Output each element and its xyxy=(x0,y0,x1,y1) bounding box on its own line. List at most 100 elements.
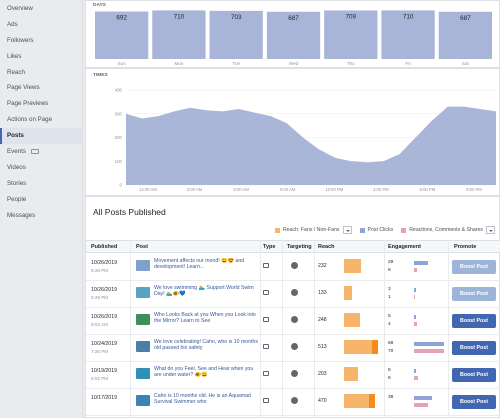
globe-icon xyxy=(291,370,298,377)
engagement-reactions-value: 6 xyxy=(388,376,391,381)
engagement-clicks-bar xyxy=(414,342,444,346)
column-header-post[interactable]: Post xyxy=(136,244,148,250)
times-y-tick: 100 xyxy=(115,159,123,164)
reach-bar xyxy=(344,367,358,381)
sidebar-item-reach[interactable]: Reach xyxy=(0,65,82,81)
column-header-targeting[interactable]: Targeting xyxy=(287,244,312,250)
post-time: 6:02 PM xyxy=(91,376,109,381)
reach-value: 232 xyxy=(318,263,327,269)
boost-post-button[interactable]: Boost Post xyxy=(452,341,496,355)
engagement-reactions-bar xyxy=(414,349,444,353)
post-thumbnail[interactable] xyxy=(136,314,150,325)
column-header-type[interactable]: Type xyxy=(263,244,275,250)
sidebar-item-people[interactable]: People xyxy=(0,192,82,208)
day-tick-label: Fri xyxy=(405,61,410,66)
sidebar-item-videos[interactable]: Videos xyxy=(0,160,82,176)
times-x-tick: 9:00 AM xyxy=(280,187,296,192)
legend-swatch xyxy=(359,227,365,233)
dropdown-chevron-icon[interactable] xyxy=(486,226,495,234)
times-y-tick: 300 xyxy=(115,111,123,116)
engagement-reactions-value: 8 xyxy=(388,268,391,273)
reach-value: 248 xyxy=(318,317,327,323)
boost-post-button[interactable]: Boost Post xyxy=(452,287,496,301)
sidebar-item-actions-on-page[interactable]: Actions on Page xyxy=(0,112,82,128)
times-x-tick: 12:00 AM xyxy=(139,187,157,192)
globe-icon xyxy=(291,343,298,350)
post-thumbnail[interactable] xyxy=(136,395,150,406)
days-chart-card: DAYS 692 Sun 710 Mon 703 Tue 687 Wed 709 Thu 710 Fr… xyxy=(85,0,500,68)
reach-value: 133 xyxy=(318,290,327,296)
boost-post-button[interactable]: Boost Post xyxy=(452,368,496,382)
legend-swatch xyxy=(275,227,281,233)
sidebar-item-ads[interactable]: Ads xyxy=(0,17,82,33)
legend-item: Post Clicks xyxy=(359,227,394,233)
sidebar-item-overview[interactable]: Overview xyxy=(0,1,82,17)
boost-post-button[interactable]: Boost Post xyxy=(452,260,496,274)
reach-fans-bar xyxy=(344,340,372,354)
boost-post-button[interactable]: Boost Post xyxy=(452,314,496,328)
reach-nonfans-bar xyxy=(369,394,375,408)
times-x-tick: 12:00 PM xyxy=(325,187,343,192)
post-thumbnail[interactable] xyxy=(136,341,150,352)
sidebar-item-messages[interactable]: Messages xyxy=(0,208,82,224)
day-tick-label: Thu xyxy=(347,61,355,66)
times-area-series[interactable] xyxy=(126,106,496,185)
engagement-clicks-value: 5 xyxy=(388,368,391,373)
post-date: 10/17/2019 xyxy=(91,395,117,401)
sidebar-item-followers[interactable]: Followers xyxy=(0,33,82,49)
sidebar-item-likes[interactable]: Likes xyxy=(0,49,82,65)
post-thumbnail[interactable] xyxy=(136,287,150,298)
post-date: 10/26/2019 xyxy=(91,260,117,266)
column-header-engagement[interactable]: Engagement xyxy=(388,244,421,250)
sidebar-item-posts[interactable]: Posts xyxy=(0,128,82,145)
sidebar-item-label: Posts xyxy=(7,132,24,140)
globe-icon xyxy=(291,316,298,323)
post-text-link[interactable]: Caho is 10 months old. He is an Aquamad … xyxy=(154,393,262,406)
post-type-icon xyxy=(263,263,269,268)
reach-fans-bar xyxy=(344,394,370,408)
engagement-reactions-bar xyxy=(414,322,417,326)
day-tick-label: Tue xyxy=(232,61,240,66)
post-text-link[interactable]: We love celebrating! Caho, who is 10 mon… xyxy=(154,339,262,352)
reach-bar xyxy=(344,286,353,300)
column-header-published[interactable]: Published xyxy=(91,244,117,250)
post-thumbnail[interactable] xyxy=(136,260,150,271)
sidebar-item-label: Videos xyxy=(7,163,26,171)
post-time: 6:28 PM xyxy=(91,268,109,273)
sidebar-item-label: Actions on Page xyxy=(7,116,53,124)
engagement-clicks-bar xyxy=(414,396,432,400)
sidebar-item-label: Events xyxy=(7,148,26,156)
post-text-link[interactable]: What do you Feel, See and Hear when you … xyxy=(154,366,262,379)
post-date: 10/26/2019 xyxy=(91,287,117,293)
table-row[interactable]: 10/19/2019 6:02 PM What do you Feel, See a… xyxy=(86,362,500,389)
boost-post-button[interactable]: Boost Post xyxy=(452,395,496,409)
chart-legend: Reach: Fans / Non-Fans Post Clicks Reactio… xyxy=(267,226,495,234)
table-row[interactable]: 10/24/2019 7:26 PM We love celebrating! Ca… xyxy=(86,335,500,362)
engagement-clicks-bar xyxy=(414,261,428,265)
table-row[interactable]: 10/17/2019 Caho is 10 months old. He is a… xyxy=(86,389,500,416)
engagement-reactions-bar xyxy=(414,403,428,407)
legend-label: Post Clicks xyxy=(367,227,394,233)
sidebar-item-page-views[interactable]: Page Views xyxy=(0,80,82,96)
sidebar-item-label: Page Views xyxy=(7,84,40,92)
column-header-reach[interactable]: Reach xyxy=(318,244,335,250)
post-text-link[interactable]: We love swimming 🏊 Support World Swim Da… xyxy=(154,285,262,298)
day-tick-label: Wed xyxy=(289,61,299,66)
reach-value: 470 xyxy=(318,398,327,404)
dropdown-chevron-icon[interactable] xyxy=(342,226,352,234)
post-thumbnail[interactable] xyxy=(136,368,150,379)
sidebar-item-page-previews[interactable]: Page Previews xyxy=(0,96,82,112)
reach-fans-bar xyxy=(344,259,361,273)
globe-icon xyxy=(291,289,298,296)
engagement-reactions-value: 1 xyxy=(388,295,391,300)
sidebar-item-events[interactable]: Events xyxy=(0,144,82,160)
post-time: 9:02 AM xyxy=(91,322,108,327)
post-text-link[interactable]: Movement affects our mood! 😄😍 and develo… xyxy=(154,258,262,271)
table-row[interactable]: 10/26/2019 6:28 PM Movement affects our mo… xyxy=(86,254,500,281)
table-row[interactable]: 10/26/2019 9:02 AM Who Looks Back at you W… xyxy=(86,308,500,335)
table-row[interactable]: 10/26/2019 5:29 PM We love swimming 🏊 Supp… xyxy=(86,281,500,308)
post-text-link[interactable]: Who Looks Back at you When you Look into… xyxy=(154,312,262,325)
times-chart-card: TIMES 0 100 200 300 400 12:00 AM 3:00 AM 6:00 A… xyxy=(85,68,500,196)
column-header-promote[interactable]: Promote xyxy=(454,244,476,250)
sidebar-item-stories[interactable]: Stories xyxy=(0,176,82,192)
